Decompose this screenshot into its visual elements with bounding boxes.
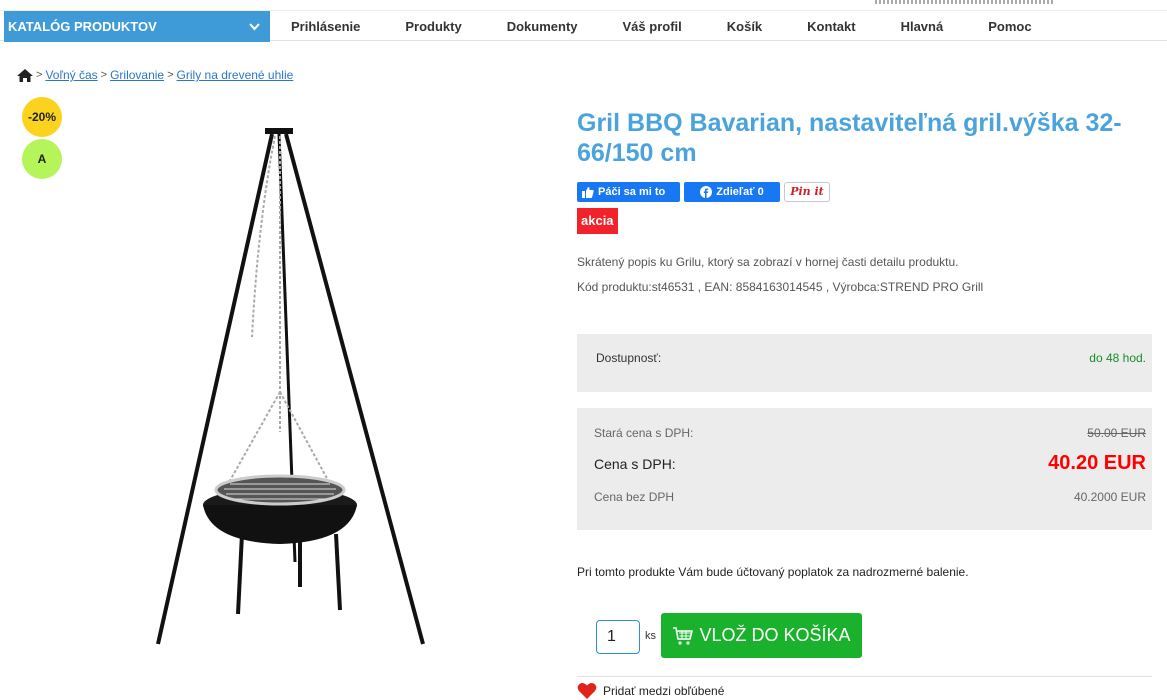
facebook-like-label: Páči sa mi to	[598, 186, 666, 198]
header-strip	[875, 0, 1055, 4]
thumbs-up-icon	[582, 186, 594, 198]
product-title: Gril BBQ Bavarian, nastaviteľná gril.výš…	[577, 109, 1122, 167]
price-value: 40.20 EUR	[1048, 452, 1146, 474]
shopping-cart-icon	[673, 626, 694, 645]
old-price-row: Stará cena s DPH: 50.00 EUR	[594, 426, 1146, 440]
availability-box: Dostupnosť: do 48 hod.	[577, 334, 1152, 392]
net-price-row: Cena bez DPH 40.2000 EUR	[594, 490, 1146, 504]
breadcrumb-separator: >	[36, 69, 43, 81]
main-nav: Prihlásenie Produkty Dokumenty Váš profi…	[270, 11, 1032, 42]
chevron-down-icon	[249, 23, 260, 31]
top-navigation: KATALÓG PRODUKTOV Prihlásenie Produkty D…	[0, 10, 1167, 42]
nav-item-kosik[interactable]: Košík	[727, 11, 762, 42]
oversize-note: Pri tomto produkte Vám bude účtovaný pop…	[577, 565, 969, 579]
discount-badge: -20%	[22, 97, 62, 137]
net-price-label: Cena bez DPH	[594, 490, 675, 504]
home-icon[interactable]	[17, 68, 33, 82]
divider	[577, 676, 1152, 677]
social-buttons: Páči sa mi to Zdieľať 0 Pin it	[577, 182, 830, 202]
nav-item-prihlasenie[interactable]: Prihlásenie	[291, 11, 360, 42]
breadcrumb-link-volny-cas[interactable]: Voľný čas	[45, 68, 97, 82]
breadcrumb: > Voľný čas > Grilovanie > Grily na drev…	[17, 68, 293, 82]
net-price-value: 40.2000 EUR	[1073, 490, 1146, 504]
price-label: Cena s DPH:	[594, 456, 676, 472]
price-row: Cena s DPH: 40.20 EUR	[594, 452, 1146, 475]
pinterest-button[interactable]: Pin it	[784, 182, 830, 202]
breadcrumb-separator: >	[167, 69, 174, 81]
breadcrumb-link-grily-na-drevene-uhlie[interactable]: Grily na drevené uhlie	[177, 68, 294, 82]
heart-icon	[577, 683, 597, 699]
add-to-favorites-link[interactable]: Pridať medzi obľúbené	[577, 682, 724, 700]
nav-item-kontakt[interactable]: Kontakt	[807, 11, 855, 42]
price-box: Stará cena s DPH: 50.00 EUR Cena s DPH: …	[577, 408, 1152, 530]
breadcrumb-link-grilovanie[interactable]: Grilovanie	[110, 68, 164, 82]
add-to-favorites-label: Pridať medzi obľúbené	[603, 684, 725, 698]
product-codes: Kód produktu:st46531 , EAN: 858416301454…	[577, 280, 984, 294]
energy-class-badge[interactable]: A	[22, 139, 62, 179]
add-to-cart-button[interactable]: VLOŽ DO KOŠÍKA	[661, 613, 862, 658]
nav-item-vas-profil[interactable]: Váš profil	[623, 11, 682, 42]
facebook-like-button[interactable]: Páči sa mi to	[577, 182, 680, 202]
breadcrumb-separator: >	[100, 69, 108, 81]
quantity-input[interactable]: 1	[596, 620, 640, 654]
short-description: Skrátený popis ku Grilu, ktorý sa zobraz…	[577, 255, 959, 269]
facebook-share-button[interactable]: Zdieľať 0	[684, 182, 780, 202]
catalog-menu-label: KATALÓG PRODUKTOV	[8, 19, 157, 34]
add-to-cart-label: VLOŽ DO KOŠÍKA	[699, 625, 851, 645]
nav-item-hlavna[interactable]: Hlavná	[901, 11, 944, 42]
promo-badge: akcia	[577, 208, 618, 234]
product-image[interactable]	[140, 122, 440, 652]
quantity-unit: ks	[645, 630, 656, 642]
availability-value: do 48 hod.	[1089, 351, 1146, 365]
facebook-share-label: Zdieľať 0	[716, 186, 764, 198]
catalog-menu-button[interactable]: KATALÓG PRODUKTOV	[4, 11, 270, 42]
nav-item-dokumenty[interactable]: Dokumenty	[507, 11, 578, 42]
availability-label: Dostupnosť:	[596, 351, 662, 365]
facebook-icon	[700, 186, 713, 198]
old-price-value: 50.00 EUR	[1087, 426, 1146, 440]
nav-item-produkty[interactable]: Produkty	[405, 11, 461, 42]
old-price-label: Stará cena s DPH:	[594, 426, 694, 440]
nav-item-pomoc[interactable]: Pomoc	[988, 11, 1031, 42]
